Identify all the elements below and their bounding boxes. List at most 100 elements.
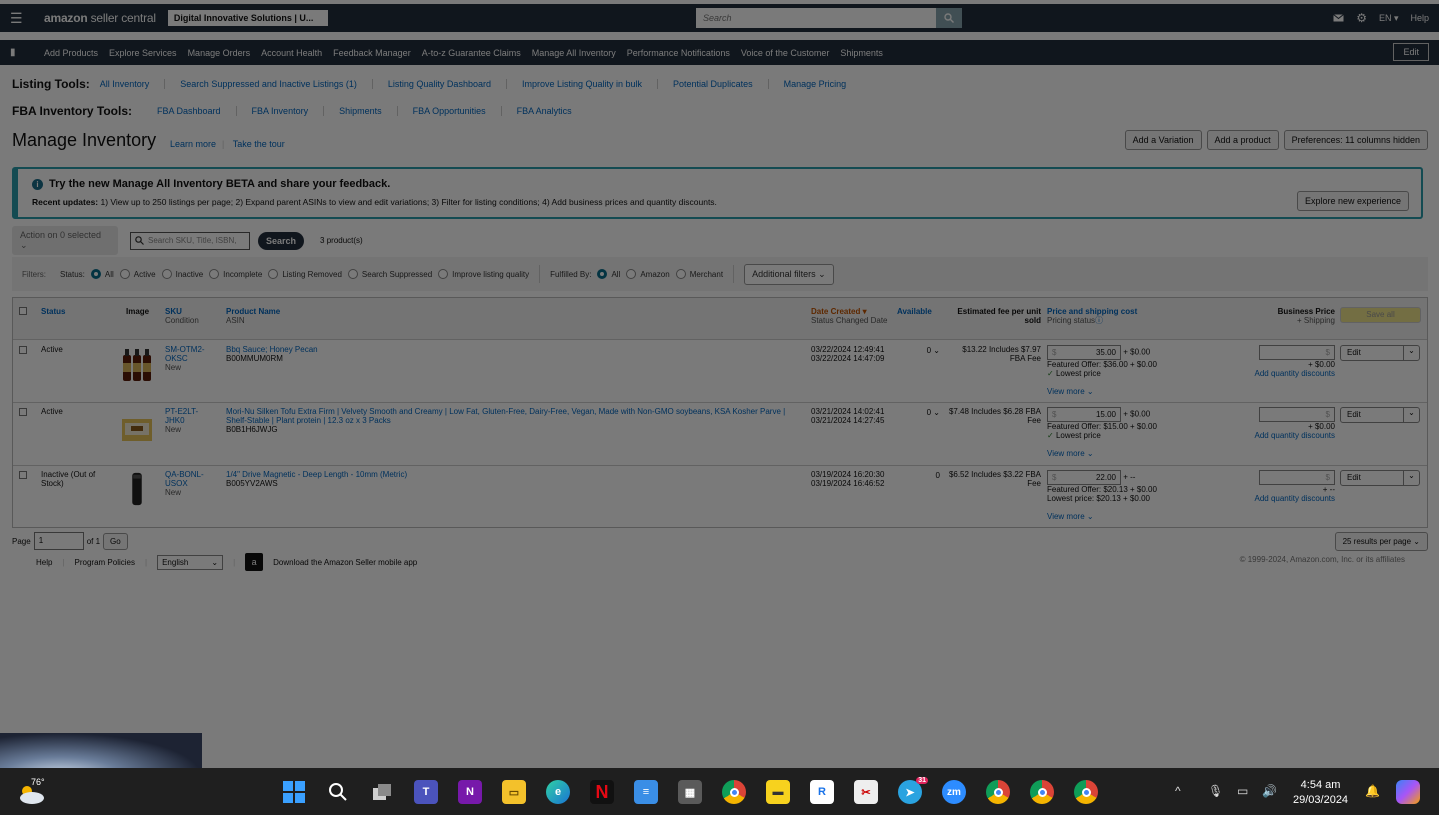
row-sku[interactable]: PT-E2LT-JHK0 <box>165 407 215 425</box>
snipping-tool-icon[interactable]: ✂ <box>854 780 878 804</box>
status-radio-incomplete[interactable] <box>209 269 220 279</box>
network-icon[interactable]: ▭ <box>1237 784 1248 798</box>
chevron-down-icon[interactable]: ⌄ <box>1403 346 1419 360</box>
header-price[interactable]: Price and shipping cost <box>1047 307 1137 316</box>
task-view-icon[interactable] <box>370 780 394 804</box>
view-more-link[interactable]: View more <box>1047 449 1085 458</box>
price-input[interactable]: $22.00 <box>1047 470 1121 485</box>
download-app-link[interactable]: Download the Amazon Seller mobile app <box>273 558 417 567</box>
language-selector[interactable]: EN ▾ <box>1379 13 1399 24</box>
view-more-link[interactable]: View more <box>1047 512 1085 521</box>
price-input[interactable]: $35.00 <box>1047 345 1121 360</box>
edit-button[interactable]: Edit ⌄ <box>1340 407 1420 423</box>
nav-item-performance-notifications[interactable]: Performance Notifications <box>627 48 730 58</box>
bookmark-icon[interactable]: ▮ <box>10 47 44 58</box>
tool-link-quality-dashboard[interactable]: Listing Quality Dashboard <box>373 79 507 89</box>
fulfilled-radio-amazon[interactable] <box>626 269 637 279</box>
notification-bell-icon[interactable]: 🔔 <box>1365 784 1380 798</box>
explore-new-experience-button[interactable]: Explore new experience <box>1296 191 1409 211</box>
view-more-link[interactable]: View more <box>1047 387 1085 396</box>
business-price-input[interactable]: $ <box>1259 470 1335 485</box>
additional-filters-button[interactable]: Additional filters ⌄ <box>744 263 834 285</box>
chevron-up-icon[interactable]: ^ <box>1175 784 1181 798</box>
tool-link-suppressed[interactable]: Search Suppressed and Inactive Listings … <box>165 79 373 89</box>
business-price-input[interactable]: $ <box>1259 407 1335 422</box>
row-checkbox[interactable] <box>19 408 27 416</box>
inventory-search-input[interactable]: Search SKU, Title, ISBN, <box>130 231 250 250</box>
preferences-button[interactable]: Preferences: 11 columns hidden <box>1283 130 1428 150</box>
row-product-name[interactable]: Mori-Nu Silken Tofu Extra Firm | Velvety… <box>226 407 806 425</box>
chevron-down-icon[interactable]: ⌄ <box>933 408 940 417</box>
edit-button[interactable]: Edit ⌄ <box>1340 470 1420 486</box>
add-quantity-discounts-link[interactable]: Add quantity discounts <box>1243 431 1336 440</box>
product-image-bbq-sauce[interactable] <box>121 347 153 383</box>
r-app-icon[interactable]: R <box>810 780 834 804</box>
onenote-icon[interactable]: N <box>458 780 482 804</box>
gear-icon[interactable]: ⚙ <box>1356 11 1367 25</box>
save-all-button[interactable]: Save all <box>1340 307 1421 323</box>
nav-item-manage-orders[interactable]: Manage Orders <box>188 48 251 58</box>
chrome-profile-icon[interactable] <box>1074 780 1098 804</box>
header-sku[interactable]: SKU <box>165 307 199 316</box>
header-available[interactable]: Available <box>897 307 932 316</box>
zoom-icon[interactable]: zm <box>942 780 966 804</box>
nav-item-a-to-z-claims[interactable]: A-to-z Guarantee Claims <box>422 48 521 58</box>
row-checkbox[interactable] <box>19 471 27 479</box>
telegram-icon[interactable]: ➤ 31 <box>898 777 928 804</box>
global-search-button[interactable] <box>936 8 962 28</box>
row-sku[interactable]: QA-BONL-USOX <box>165 470 209 488</box>
fba-link-shipments[interactable]: Shipments <box>324 106 398 116</box>
tool-link-all-inventory[interactable]: All Inventory <box>100 79 166 89</box>
seller-central-logo[interactable]: amazon seller central <box>44 11 156 25</box>
global-search-input[interactable]: Search <box>696 8 936 28</box>
nav-item-voice-of-customer[interactable]: Voice of the Customer <box>741 48 830 58</box>
fba-link-dashboard[interactable]: FBA Dashboard <box>142 106 237 116</box>
tool-link-manage-pricing[interactable]: Manage Pricing <box>769 79 862 89</box>
teams-icon[interactable]: T <box>414 780 438 804</box>
product-image-tofu[interactable] <box>121 411 153 447</box>
nav-edit-button[interactable]: Edit <box>1393 43 1429 61</box>
business-price-input[interactable]: $ <box>1259 345 1335 360</box>
microphone-icon[interactable]: 🎙 <box>1208 784 1223 798</box>
footer-language-select[interactable]: English ⌄ <box>157 554 224 570</box>
sticky-notes-icon[interactable]: ▬ <box>766 780 790 804</box>
mail-icon[interactable] <box>1333 14 1344 22</box>
header-status[interactable]: Status <box>41 307 65 316</box>
speaker-icon[interactable]: 🔊 <box>1262 784 1277 798</box>
bulk-action-select[interactable]: Action on 0 selected ⌄ <box>12 226 118 255</box>
edit-button[interactable]: Edit ⌄ <box>1340 345 1420 361</box>
add-product-button[interactable]: Add a product <box>1206 130 1279 150</box>
chrome-profile-icon[interactable] <box>1030 780 1054 804</box>
help-link[interactable]: Help <box>1410 13 1429 23</box>
file-explorer-icon[interactable]: ▭ <box>502 780 526 804</box>
chevron-down-icon[interactable]: ⌄ <box>1403 471 1419 485</box>
add-quantity-discounts-link[interactable]: Add quantity discounts <box>1243 369 1336 378</box>
status-radio-all[interactable] <box>90 269 101 279</box>
fba-link-inventory[interactable]: FBA Inventory <box>237 106 325 116</box>
inventory-search-button[interactable]: Search <box>258 231 305 250</box>
row-sku[interactable]: SM-OTM2-OKSC <box>165 345 209 363</box>
notepad-icon[interactable]: ≡ <box>634 780 658 804</box>
row-product-name[interactable]: 1/4" Drive Magnetic - Deep Length - 10mm… <box>226 470 806 479</box>
chrome-icon[interactable] <box>722 780 746 804</box>
product-image-socket[interactable] <box>121 471 153 507</box>
row-product-name[interactable]: Bbq Sauce; Honey Pecan <box>226 345 806 354</box>
price-input[interactable]: $15.00 <box>1047 407 1121 422</box>
take-tour-link[interactable]: Take the tour <box>233 139 285 149</box>
calculator-icon[interactable]: ▦ <box>678 780 702 804</box>
netflix-icon[interactable]: N <box>590 780 614 804</box>
fba-link-analytics[interactable]: FBA Analytics <box>502 106 587 116</box>
header-product-name[interactable]: Product Name <box>226 307 280 316</box>
chevron-down-icon[interactable]: ⌄ <box>1403 408 1419 422</box>
add-quantity-discounts-link[interactable]: Add quantity discounts <box>1243 494 1336 503</box>
page-number-input[interactable]: 1 <box>33 532 84 550</box>
nav-item-shipments[interactable]: Shipments <box>840 48 883 58</box>
row-checkbox[interactable] <box>19 346 27 354</box>
fulfilled-radio-all[interactable] <box>597 269 608 279</box>
chevron-down-icon[interactable]: ⌄ <box>933 346 940 355</box>
chrome-profile-icon[interactable] <box>986 780 1010 804</box>
menu-icon[interactable]: ☰ <box>10 10 30 27</box>
seller-app-icon[interactable]: a <box>245 553 264 571</box>
footer-help-link[interactable]: Help <box>36 558 52 567</box>
status-radio-inactive[interactable] <box>161 269 172 279</box>
